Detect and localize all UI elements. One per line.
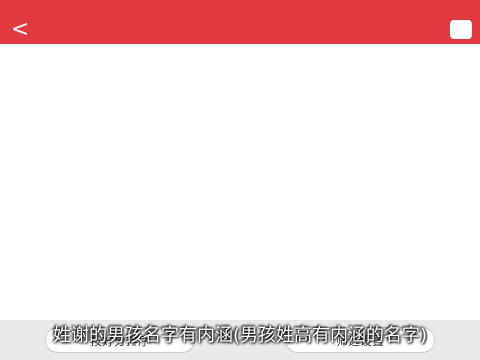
status-bar [0, 0, 480, 14]
filter-settings-button[interactable]: 筛选设置 [285, 327, 435, 353]
sort-by-score-button[interactable]: 按好分排序 [45, 327, 195, 353]
name-grid [8, 44, 472, 320]
header-action-button[interactable] [450, 20, 472, 39]
back-arrow-icon[interactable]: < [0, 14, 40, 44]
bottom-bar: 按好分排序 筛选设置 [0, 320, 480, 360]
app-bar: < [0, 14, 480, 44]
